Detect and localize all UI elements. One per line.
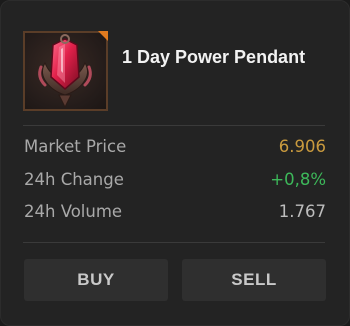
stat-row-24h-change: 24h Change +0,8%: [24, 170, 326, 192]
24h-change-label: 24h Change: [24, 170, 124, 189]
market-price-value: 6.906: [278, 137, 326, 156]
divider-top: [23, 125, 325, 126]
divider-bottom: [23, 242, 325, 243]
sell-button[interactable]: SELL: [182, 259, 326, 301]
item-title: 1 Day Power Pendant: [122, 47, 306, 67]
24h-change-value: +0,8%: [270, 170, 326, 189]
24h-volume-label: 24h Volume: [24, 202, 123, 221]
stat-row-market-price: Market Price 6.906: [24, 137, 326, 159]
item-market-card: 1 Day Power Pendant Market Price 6.906 2…: [0, 0, 350, 326]
market-price-label: Market Price: [24, 137, 127, 156]
stat-row-24h-volume: 24h Volume 1.767: [24, 202, 326, 224]
24h-volume-value: 1.767: [278, 202, 326, 221]
buy-button[interactable]: BUY: [24, 259, 168, 301]
power-pendant-icon: [38, 34, 92, 109]
rarity-corner-badge: [98, 31, 108, 41]
item-icon-frame: [23, 31, 108, 111]
